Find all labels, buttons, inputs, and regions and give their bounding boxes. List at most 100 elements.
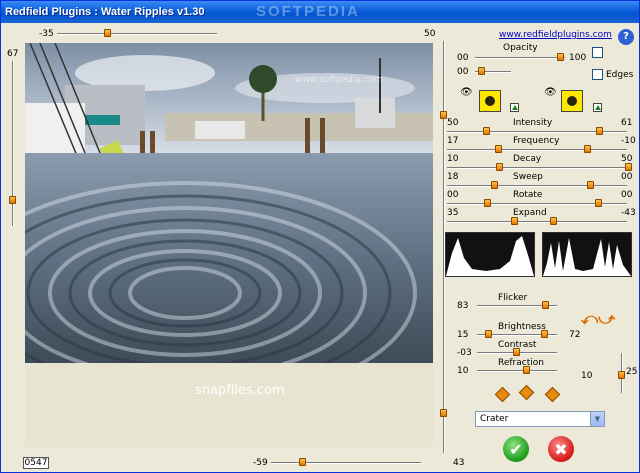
brightness-right-value: 72 <box>569 330 581 340</box>
cancel-button[interactable]: ✖ <box>548 436 574 462</box>
opacity-second-value: 00 <box>457 67 469 77</box>
refraction-label: Refraction <box>498 358 544 368</box>
param-right-value: -10 <box>621 136 636 146</box>
bottom-slider-track[interactable] <box>271 462 421 464</box>
param-right-value: 00 <box>621 190 633 200</box>
brightness-left-value: 15 <box>457 330 469 340</box>
param-left-value: 00 <box>447 190 459 200</box>
opacity-checkbox[interactable] <box>592 47 603 58</box>
extra-slider-right-value: 25 <box>626 367 638 377</box>
preview-image[interactable]: www.softpedia.com <box>25 43 433 363</box>
param-thumb-left[interactable] <box>484 199 491 207</box>
dice-icon-2[interactable] <box>518 384 535 401</box>
refraction-value: 10 <box>457 366 469 376</box>
checkmark-icon: ✔ <box>509 439 523 459</box>
param-left-value: 17 <box>447 136 459 146</box>
flicker-label: Flicker <box>498 293 528 303</box>
refraction-thumb[interactable] <box>523 366 530 374</box>
param-thumb-left[interactable] <box>483 127 490 135</box>
title-bar: Redfield Plugins : Water Ripples v1.30 S… <box>1 1 639 23</box>
top-slider-thumb[interactable] <box>104 29 111 37</box>
question-icon: ? <box>623 31 629 42</box>
chevron-down-icon[interactable]: ▼ <box>590 412 604 426</box>
opacity-label: Opacity <box>503 43 538 53</box>
opacity-second-thumb[interactable] <box>478 67 485 75</box>
snapfiles-watermark: snapfiles.com <box>195 383 285 398</box>
contrast-value: -03 <box>457 348 472 358</box>
param-thumb-left[interactable] <box>496 163 503 171</box>
preset-dropdown[interactable]: Crater ▼ <box>475 411 605 427</box>
opacity-slider-thumb[interactable] <box>557 53 564 61</box>
param-label: Intensity <box>513 118 553 128</box>
dice-icon-3[interactable] <box>544 386 561 403</box>
param-left-value: 50 <box>447 118 459 128</box>
softpedia-watermark: SOFTPEDIA <box>256 3 360 20</box>
ok-button[interactable]: ✔ <box>503 436 529 462</box>
param-left-value: 35 <box>447 208 459 218</box>
coordinate-readout: 0547 <box>23 457 49 469</box>
pattern-left-triangle-icon[interactable] <box>510 103 519 112</box>
left-slider-value: 67 <box>7 49 19 59</box>
eye-icon[interactable]: 👁 <box>460 87 473 98</box>
refraction-track[interactable] <box>477 370 557 372</box>
x-icon: ✖ <box>554 439 568 459</box>
brightness-label: Brightness <box>498 322 546 332</box>
param-label: Frequency <box>513 136 560 146</box>
opacity-slider-track[interactable] <box>475 57 565 59</box>
preview-empty-area: snapfiles.com <box>25 363 433 447</box>
opacity-left-value: 00 <box>457 53 469 63</box>
param-track[interactable] <box>447 221 627 223</box>
param-label: Sweep <box>513 172 543 182</box>
redfield-link[interactable]: www.redfieldplugins.com <box>499 30 612 40</box>
waveform-right <box>542 232 632 277</box>
param-thumb-right[interactable] <box>625 163 632 171</box>
bottom-slider-max: 43 <box>453 458 465 468</box>
param-thumb-right[interactable] <box>587 181 594 189</box>
eye-icon-right[interactable]: 👁 <box>544 87 557 98</box>
divider-thumb-bottom[interactable] <box>440 409 447 417</box>
help-button[interactable]: ? <box>618 29 634 45</box>
param-thumb-left[interactable] <box>495 145 502 153</box>
param-label: Rotate <box>513 190 543 200</box>
pattern-swatch-right[interactable] <box>561 90 583 112</box>
divider-thumb-top[interactable] <box>440 111 447 119</box>
pattern-swatch-left[interactable] <box>479 90 501 112</box>
param-track[interactable] <box>447 167 627 169</box>
flicker-value: 83 <box>457 301 469 311</box>
pattern-right-triangle-icon[interactable] <box>593 103 602 112</box>
bottom-slider-min: -59 <box>253 458 268 468</box>
param-label: Expand <box>513 208 547 218</box>
param-track[interactable] <box>447 149 627 151</box>
top-slider-track[interactable] <box>57 33 217 35</box>
extra-slider-left-value: 10 <box>581 371 593 381</box>
param-right-value: 61 <box>621 118 633 128</box>
bottom-slider-thumb[interactable] <box>299 458 306 466</box>
left-slider-thumb[interactable] <box>9 196 16 204</box>
contrast-thumb[interactable] <box>513 348 520 356</box>
dice-icon-1[interactable] <box>494 386 511 403</box>
param-thumb-right[interactable] <box>596 127 603 135</box>
param-thumb-right[interactable] <box>595 199 602 207</box>
refresh-arrows-icon[interactable]: ⤺⤻ <box>581 309 615 329</box>
window-title: Redfield Plugins : Water Ripples v1.30 <box>5 6 205 18</box>
param-thumb-right[interactable] <box>584 145 591 153</box>
extra-vertical-thumb[interactable] <box>618 371 625 379</box>
top-slider-min: -35 <box>39 29 54 39</box>
waveform-left-graph <box>446 236 534 276</box>
edges-checkbox[interactable] <box>592 69 603 80</box>
preview-watermark: www.softpedia.com <box>295 75 383 85</box>
top-slider-max: 50 <box>424 29 436 39</box>
param-thumb-left[interactable] <box>511 217 518 225</box>
param-left-value: 10 <box>447 154 459 164</box>
param-thumb-right[interactable] <box>550 217 557 225</box>
brightness-thumb-left[interactable] <box>485 330 492 338</box>
flicker-thumb[interactable] <box>542 301 549 309</box>
harbor-photo <box>25 43 433 363</box>
waveform-right-graph <box>543 238 631 276</box>
param-left-value: 18 <box>447 172 459 182</box>
brightness-thumb-right[interactable] <box>541 330 548 338</box>
param-thumb-left[interactable] <box>491 181 498 189</box>
param-track[interactable] <box>447 185 627 187</box>
preset-selected: Crater <box>480 414 509 424</box>
waveform-left <box>445 232 535 277</box>
